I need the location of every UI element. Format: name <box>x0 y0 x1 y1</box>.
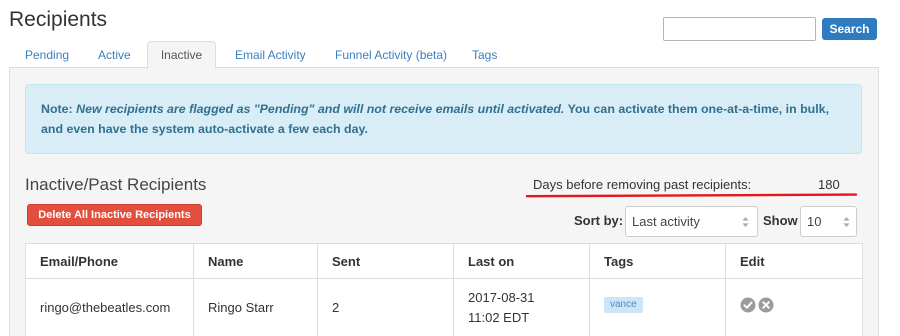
page-title: Recipients <box>9 8 108 31</box>
column-header-name: Name <box>193 243 318 279</box>
page-size-select-value: 10 <box>807 214 822 229</box>
delete-all-inactive-button[interactable]: Delete All Inactive Recipients <box>27 204 202 226</box>
cell-tags: vance <box>589 278 726 336</box>
cell-edit <box>725 278 863 336</box>
recipients-table: Email/Phone Name Sent Last on Tags Edit … <box>25 243 863 336</box>
annotation-underline <box>525 193 858 198</box>
last-on-time: 11:02 EDT <box>468 309 530 325</box>
column-header-last-on: Last on <box>453 243 590 279</box>
cell-name: Ringo Starr <box>193 278 318 336</box>
cell-last-on: 2017-08-31 11:02 EDT <box>453 278 590 336</box>
tab-tags[interactable]: Tags <box>455 41 514 68</box>
tab-active[interactable]: Active <box>81 41 148 68</box>
tab-panel: Note: New recipients are flagged as "Pen… <box>9 67 879 336</box>
search-button[interactable]: Search <box>822 18 877 40</box>
select-caret-icon <box>843 217 850 227</box>
column-header-sent: Sent <box>317 243 454 279</box>
alert-emphasis: New recipients are flagged as "Pending" … <box>76 102 565 116</box>
cell-sent: 2 <box>317 278 454 336</box>
tab-funnel-activity[interactable]: Funnel Activity (beta) <box>318 41 464 68</box>
column-header-email: Email/Phone <box>25 243 194 279</box>
close-circle-icon[interactable] <box>758 297 774 313</box>
page-size-select[interactable]: 10 <box>800 206 857 237</box>
tab-bar: Pending Active Inactive Email Activity F… <box>0 41 900 69</box>
column-header-edit: Edit <box>725 243 863 279</box>
cell-email: ringo@thebeatles.com <box>25 278 194 336</box>
select-caret-icon <box>742 217 749 227</box>
tab-email-activity[interactable]: Email Activity <box>218 41 323 68</box>
tag-badge[interactable]: vance <box>604 296 643 313</box>
check-circle-icon[interactable] <box>740 297 756 313</box>
section-title: Inactive/Past Recipients <box>25 175 207 194</box>
search-input[interactable] <box>663 17 816 41</box>
last-on-date: 2017-08-31 <box>468 289 535 305</box>
column-header-tags: Tags <box>589 243 726 279</box>
sort-by-label: Sort by: <box>574 213 624 228</box>
info-alert: Note: New recipients are flagged as "Pen… <box>25 84 862 154</box>
alert-note-label: Note: <box>41 102 73 116</box>
edit-actions <box>740 297 774 313</box>
table-header-row: Email/Phone Name Sent Last on Tags Edit <box>25 243 863 279</box>
tab-inactive[interactable]: Inactive <box>147 41 216 69</box>
tab-pending[interactable]: Pending <box>8 41 86 68</box>
sort-select[interactable]: Last activity <box>625 206 758 237</box>
table-row: ringo@thebeatles.com Ringo Starr 2 2017-… <box>25 278 863 336</box>
sort-select-value: Last activity <box>632 214 700 229</box>
show-label: Show <box>763 213 798 228</box>
recipients-page: Recipients Search Pending Active Inactiv… <box>0 0 900 336</box>
